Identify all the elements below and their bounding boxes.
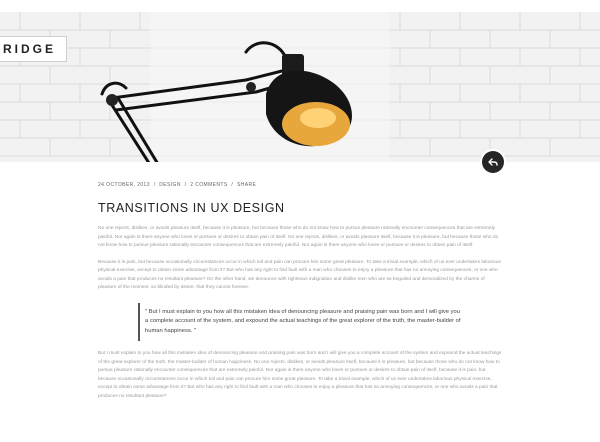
hero-banner: RIDGE [0,12,600,162]
meta-separator: / [231,182,234,188]
post-paragraph-1: No one rejects, dislikes, or avoids plea… [98,226,499,248]
post-title: TRANSITIONS IN UX DESIGN [98,201,285,215]
post-blockquote: " But I must explain to you how all this… [138,302,463,342]
desk-lamp-image [100,41,352,162]
reply-arrow-icon [488,158,498,166]
post-paragraph-2: Because it is pain, but because occasion… [98,259,501,291]
reply-button[interactable] [482,151,504,173]
blog-post-page: RIDGE 24 OCTOBER, 2013 / DESIGN / 2 COMM… [0,0,600,442]
post-comments-link[interactable]: 2 COMMENTS [190,182,227,188]
post-share-link[interactable]: SHARE [237,182,256,188]
post-category-link[interactable]: DESIGN [159,182,181,188]
logo-text: RIDGE [3,42,57,56]
site-logo[interactable]: RIDGE [0,36,68,62]
post-date: 24 OCTOBER, 2013 [98,182,150,188]
article: 24 OCTOBER, 2013 / DESIGN / 2 COMMENTS /… [98,182,503,406]
meta-separator: / [153,182,156,188]
post-meta: 24 OCTOBER, 2013 / DESIGN / 2 COMMENTS /… [98,182,503,188]
post-paragraph-3: But I must explain to you how all this m… [98,351,502,399]
meta-separator: / [184,182,187,188]
